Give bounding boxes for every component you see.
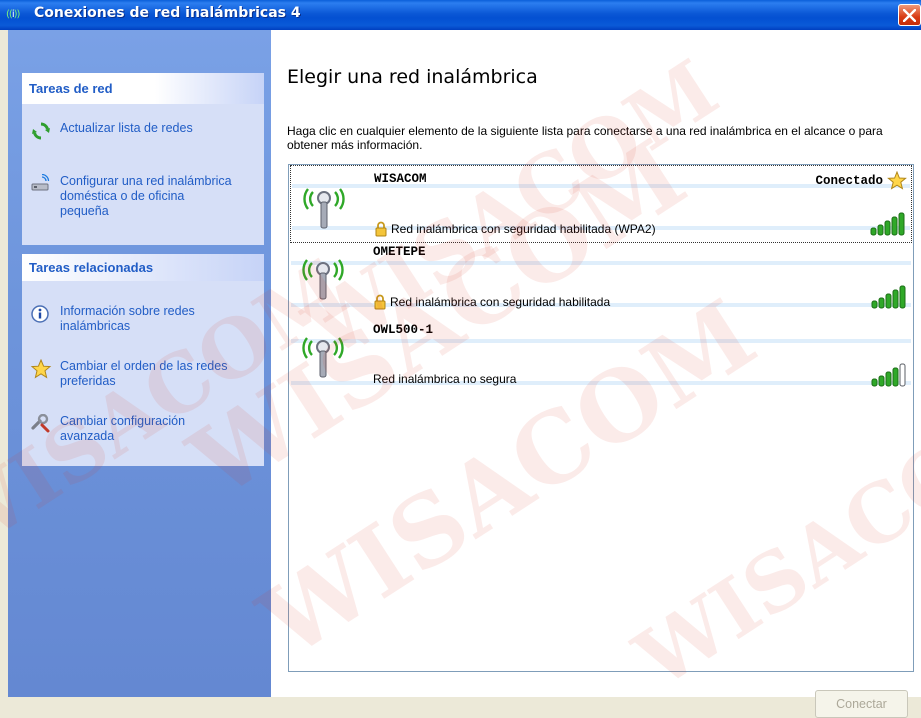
row-stripe bbox=[291, 261, 911, 265]
sidebar-item-label: Información sobre redes inalámbricas bbox=[60, 304, 195, 333]
network-item-ometepe[interactable]: OMETEPE Red inalámbrica con seguridad ha… bbox=[290, 243, 912, 321]
related-tasks-box: Tareas relacionadas Información sobre re… bbox=[22, 254, 264, 466]
connection-status: Conectado bbox=[815, 171, 907, 190]
page-title: Elegir una red inalámbrica bbox=[287, 66, 538, 88]
connected-star-icon bbox=[887, 171, 907, 190]
network-name: OWL500-1 bbox=[373, 323, 434, 337]
network-name: WISACOM bbox=[374, 172, 427, 186]
signal-strength-icon bbox=[870, 212, 905, 236]
network-item-owl500[interactable]: OWL500-1 Red inalámbrica no segura bbox=[290, 321, 912, 399]
network-tasks-box: Tareas de red Actualizar lista de redes … bbox=[22, 73, 264, 245]
related-tasks-header[interactable]: Tareas relacionadas bbox=[22, 254, 264, 281]
sidebar-item-setup-network[interactable]: Configurar una red inalámbrica doméstica… bbox=[22, 174, 235, 219]
star-icon bbox=[30, 359, 52, 379]
network-name: OMETEPE bbox=[373, 245, 426, 259]
close-icon bbox=[903, 9, 916, 22]
wireless-network-icon: ((i)) bbox=[6, 9, 20, 20]
window-title: Conexiones de red inalámbricas 4 bbox=[34, 5, 301, 21]
status-text: Conectado bbox=[815, 173, 883, 188]
sidebar-item-info[interactable]: Información sobre redes inalámbricas bbox=[22, 304, 235, 334]
info-icon bbox=[31, 305, 49, 323]
lock-icon bbox=[375, 221, 387, 237]
sidebar-item-label: Configurar una red inalámbrica doméstica… bbox=[60, 174, 232, 218]
row-stripe bbox=[291, 339, 911, 343]
setup-network-icon bbox=[31, 174, 50, 191]
network-item-wisacom[interactable]: WISACOM Conectado Red inalámbrica con se… bbox=[290, 165, 912, 243]
wireless-antenna-icon bbox=[302, 337, 344, 378]
network-list[interactable]: WISACOM Conectado Red inalámbrica con se… bbox=[288, 164, 914, 672]
signal-strength-icon bbox=[871, 285, 906, 309]
wireless-antenna-icon bbox=[303, 188, 345, 229]
sidebar-item-preferred-order[interactable]: Cambiar el orden de las redes preferidas bbox=[22, 359, 235, 389]
wireless-antenna-icon bbox=[302, 259, 344, 300]
signal-strength-icon bbox=[871, 363, 906, 387]
security-info: Red inalámbrica no segura bbox=[373, 372, 516, 386]
network-tasks-header[interactable]: Tareas de red bbox=[22, 73, 264, 104]
sidebar-item-label: Cambiar el orden de las redes preferidas bbox=[60, 359, 228, 388]
sidebar-item-advanced-settings[interactable]: Cambiar configuración avanzada bbox=[22, 414, 235, 444]
security-text: Red inalámbrica con seguridad habilitada bbox=[390, 295, 611, 309]
lock-icon bbox=[374, 294, 386, 310]
description-text: Haga clic en cualquier elemento de la si… bbox=[287, 124, 883, 152]
security-info: Red inalámbrica con seguridad habilitada… bbox=[374, 221, 656, 237]
task-pane: Tareas de red Actualizar lista de redes … bbox=[8, 30, 271, 697]
sidebar-item-refresh[interactable]: Actualizar lista de redes bbox=[22, 121, 235, 141]
title-bar[interactable]: ((i)) Conexiones de red inalámbricas 4 bbox=[0, 0, 921, 30]
security-text: Red inalámbrica con seguridad habilitada… bbox=[391, 222, 656, 236]
connect-button[interactable]: Conectar bbox=[815, 690, 908, 718]
settings-icon bbox=[31, 414, 50, 433]
refresh-icon bbox=[32, 122, 50, 140]
main-panel: Elegir una red inalámbrica Haga clic en … bbox=[271, 30, 921, 718]
close-button[interactable] bbox=[898, 4, 921, 26]
sidebar-item-label: Actualizar lista de redes bbox=[60, 121, 193, 135]
sidebar-item-label: Cambiar configuración avanzada bbox=[60, 414, 186, 443]
security-info: Red inalámbrica con seguridad habilitada bbox=[373, 294, 610, 310]
security-text: Red inalámbrica no segura bbox=[373, 372, 517, 386]
